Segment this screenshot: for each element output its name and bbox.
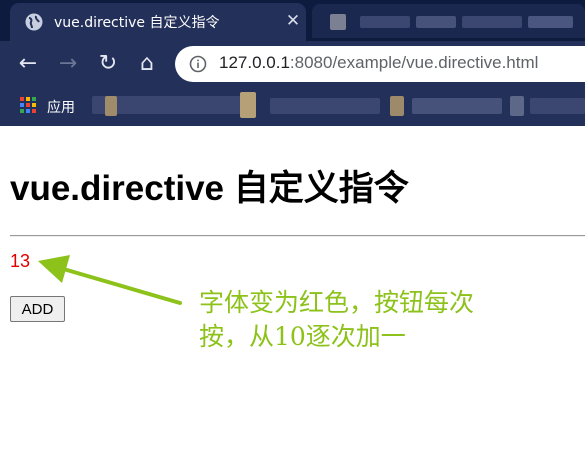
blurred-title <box>360 16 410 28</box>
annotation-line-1: 字体变为红色，按钮每次 <box>199 288 475 317</box>
tab-inactive-blurred[interactable] <box>312 4 585 38</box>
blurred-bookmark[interactable] <box>240 92 256 118</box>
browser-toolbar: ← → ↻ ⌂ 127.0.0.1:8080/example/vue.direc… <box>0 41 585 88</box>
globe-icon <box>24 12 44 32</box>
blurred-bookmark[interactable] <box>530 98 585 114</box>
info-icon[interactable] <box>189 55 207 73</box>
tab-strip: vue.directive 自定义指令 ✕ <box>0 0 585 41</box>
blurred-favicon <box>330 14 346 30</box>
blurred-title-segment <box>416 16 456 28</box>
url-text: 127.0.0.1:8080/example/vue.directive.htm… <box>219 53 538 73</box>
reload-icon[interactable]: ↻ <box>95 51 121 77</box>
horizontal-rule <box>10 235 585 237</box>
add-button[interactable]: ADD <box>10 296 65 322</box>
annotation-line-2: 按，从10逐次加一 <box>199 322 406 351</box>
close-icon[interactable]: ✕ <box>282 10 304 32</box>
blurred-bookmark[interactable] <box>412 98 502 114</box>
apps-grid-icon[interactable] <box>20 97 36 113</box>
counter-value: 13 <box>10 251 31 271</box>
annotation-text: 字体变为红色，按钮每次 按，从10逐次加一 <box>199 286 559 354</box>
home-icon[interactable]: ⌂ <box>134 51 160 77</box>
blurred-title-segment <box>528 16 573 28</box>
blurred-bookmark[interactable] <box>270 98 380 114</box>
url-path: :8080/example/vue.directive.html <box>289 53 539 72</box>
tab-active[interactable]: vue.directive 自定义指令 ✕ <box>10 3 306 41</box>
forward-icon[interactable]: → <box>55 51 81 77</box>
bookmarks-bar: 应用 <box>0 88 585 126</box>
blurred-title-segment <box>462 16 522 28</box>
blurred-bookmark-icon <box>105 96 117 116</box>
tab-title: vue.directive 自定义指令 <box>54 15 220 31</box>
blurred-bookmark-icon <box>390 96 404 116</box>
apps-label[interactable]: 应用 <box>47 97 75 117</box>
page-title: vue.directive 自定义指令 <box>10 169 409 208</box>
blurred-bookmark-icon <box>510 96 524 116</box>
address-bar[interactable]: 127.0.0.1:8080/example/vue.directive.htm… <box>175 46 585 82</box>
back-icon[interactable]: ← <box>15 51 41 77</box>
url-host: 127.0.0.1 <box>219 53 290 72</box>
